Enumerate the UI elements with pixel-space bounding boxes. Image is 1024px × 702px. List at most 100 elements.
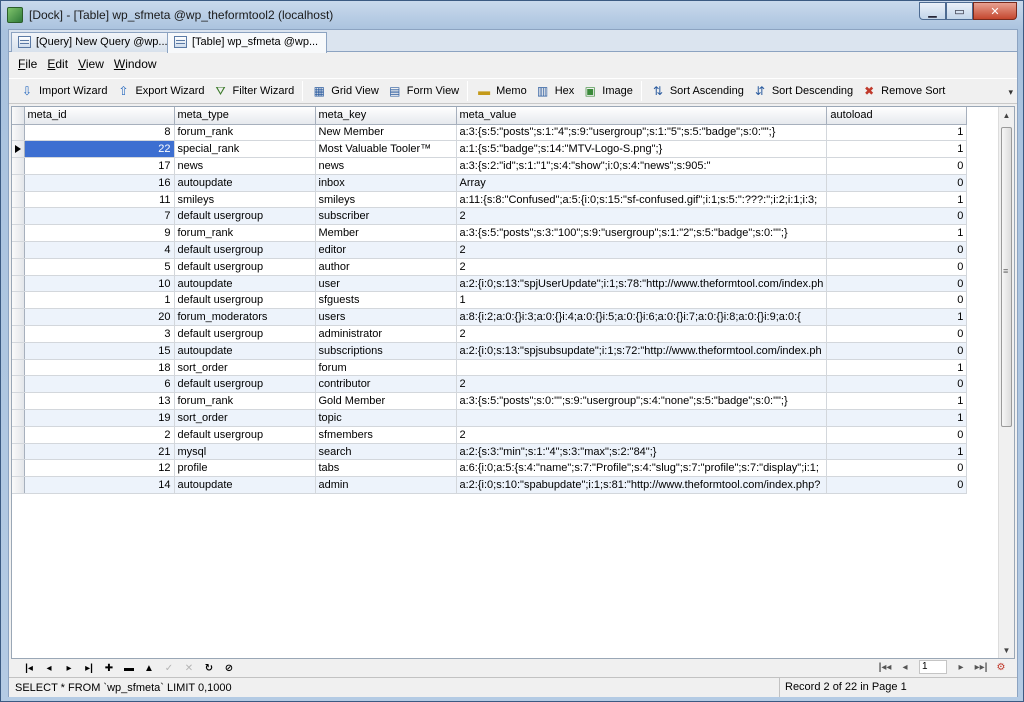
column-header-meta-id[interactable]: meta_id — [24, 107, 175, 125]
cell-meta-value[interactable]: a:2:{i:0;s:13:"spjUserUpdate";i:1;s:78:"… — [456, 275, 828, 293]
cell-meta-key[interactable]: user — [315, 275, 457, 293]
cell-meta-key[interactable]: sfguests — [315, 291, 457, 310]
row-indicator[interactable] — [12, 224, 25, 243]
cell-meta-key[interactable]: editor — [315, 241, 457, 259]
cell-autoload[interactable]: 1 — [826, 140, 968, 159]
menu-window[interactable]: Window — [109, 54, 162, 74]
cell-meta-id[interactable]: 2 — [24, 426, 175, 444]
cell-meta-value[interactable]: a:3:{s:5:"posts";s:1:"4";s:9:"usergroup"… — [456, 124, 828, 142]
data-grid[interactable]: meta_id meta_type meta_key meta_value au… — [11, 106, 1015, 659]
cell-meta-type[interactable]: autoupdate — [174, 275, 316, 293]
cell-meta-type[interactable]: special_rank — [174, 140, 316, 159]
filter-wizard-button[interactable]: ⛛ Filter Wizard — [209, 80, 299, 102]
table-row[interactable]: 15 autoupdate subscriptions a:2:{i:0;s:13:"… — [12, 342, 968, 360]
cell-meta-value[interactable]: a:11:{s:8:"Confused";a:5:{i:0;s:15:"sf-c… — [456, 191, 828, 209]
cell-meta-id[interactable]: 10 — [24, 275, 175, 293]
table-row[interactable]: 3 default usergroup administrator 2 0 — [12, 325, 968, 343]
post-edit-icon[interactable]: ✓ — [159, 661, 179, 675]
cell-meta-type[interactable]: default usergroup — [174, 291, 316, 310]
cell-meta-type[interactable]: news — [174, 157, 316, 175]
cell-meta-key[interactable]: contributor — [315, 375, 457, 394]
row-indicator[interactable] — [12, 359, 25, 377]
table-row[interactable]: 5 default usergroup author 2 0 — [12, 258, 968, 276]
hex-button[interactable]: ▥ Hex — [531, 80, 579, 102]
cell-meta-key[interactable]: admin — [315, 476, 457, 495]
table-row[interactable]: 21 mysql search a:2:{s:3:"min";s:1:"4";s:3:… — [12, 443, 968, 461]
row-indicator[interactable] — [12, 426, 25, 444]
cell-meta-value[interactable]: 2 — [456, 207, 828, 226]
cell-meta-key[interactable]: search — [315, 443, 457, 461]
cell-autoload[interactable]: 0 — [826, 342, 968, 360]
row-indicator[interactable] — [12, 124, 25, 142]
cell-meta-type[interactable]: default usergroup — [174, 241, 316, 259]
delete-record-icon[interactable]: ▬ — [119, 661, 139, 675]
table-row[interactable]: 17 news news a:3:{s:2:"id";s:1:"1";s:4:"sho… — [12, 157, 968, 175]
table-row[interactable]: 2 default usergroup sfmembers 2 0 — [12, 426, 968, 444]
cell-meta-value[interactable] — [456, 359, 828, 377]
cell-meta-type[interactable]: default usergroup — [174, 325, 316, 343]
cell-meta-id[interactable]: 18 — [24, 359, 175, 377]
edit-record-icon[interactable]: ▲ — [139, 661, 159, 675]
row-indicator[interactable] — [12, 325, 25, 343]
row-indicator[interactable] — [12, 157, 25, 175]
column-header-autoload[interactable]: autoload — [826, 107, 968, 125]
cell-meta-key[interactable]: topic — [315, 409, 457, 427]
form-view-button[interactable]: ▤ Form View — [383, 80, 463, 102]
sort-descending-button[interactable]: ⇵ Sort Descending — [748, 80, 857, 102]
cell-meta-value[interactable]: 2 — [456, 375, 828, 394]
cell-meta-id[interactable]: 3 — [24, 325, 175, 343]
title-bar[interactable]: [Dock] - [Table] wp_sfmeta @wp_theformto… — [1, 1, 1023, 29]
table-row[interactable]: 22 special_rank Most Valuable Tooler™ a:1:{… — [12, 140, 968, 159]
first-page-icon[interactable]: |◂◂ — [875, 660, 895, 674]
maximize-button[interactable]: ▭ — [946, 2, 973, 20]
table-row[interactable]: 12 profile tabs a:6:{i:0;a:5:{s:4:"name";s:… — [12, 459, 968, 478]
cell-meta-id[interactable]: 9 — [24, 224, 175, 243]
table-row[interactable]: 18 sort_order forum 1 — [12, 359, 968, 377]
page-settings-icon[interactable]: ⚙ — [991, 660, 1011, 674]
last-record-icon[interactable]: ▸| — [79, 661, 99, 675]
cell-meta-key[interactable]: sfmembers — [315, 426, 457, 444]
table-row[interactable]: 16 autoupdate inbox Array 0 — [12, 174, 968, 192]
cell-meta-type[interactable]: default usergroup — [174, 375, 316, 394]
memo-button[interactable]: ▬ Memo — [472, 80, 531, 102]
cell-meta-id[interactable]: 14 — [24, 476, 175, 495]
scroll-down-icon[interactable]: ▼ — [999, 642, 1014, 658]
cell-meta-type[interactable]: forum_rank — [174, 392, 316, 411]
cell-meta-key[interactable]: subscriptions — [315, 342, 457, 360]
cell-meta-type[interactable]: sort_order — [174, 409, 316, 427]
table-row[interactable]: 14 autoupdate admin a:2:{i:0;s:10:"spabupda… — [12, 476, 968, 495]
cell-meta-type[interactable]: mysql — [174, 443, 316, 461]
close-button[interactable]: ✕ — [973, 2, 1017, 20]
row-indicator[interactable] — [12, 443, 25, 461]
stop-icon[interactable]: ⊘ — [219, 661, 239, 675]
cell-meta-type[interactable]: default usergroup — [174, 258, 316, 276]
table-row[interactable]: 4 default usergroup editor 2 0 — [12, 241, 968, 259]
scroll-thumb[interactable] — [1001, 127, 1012, 427]
prior-page-icon[interactable]: ◂ — [895, 660, 915, 674]
cell-meta-type[interactable]: profile — [174, 459, 316, 478]
table-row[interactable]: 7 default usergroup subscriber 2 0 — [12, 207, 968, 226]
row-indicator[interactable] — [12, 409, 25, 427]
cell-meta-id[interactable]: 1 — [24, 291, 175, 310]
cell-autoload[interactable]: 1 — [826, 392, 968, 411]
scroll-up-icon[interactable]: ▲ — [999, 107, 1014, 123]
cell-meta-key[interactable]: author — [315, 258, 457, 276]
table-row[interactable]: 11 smileys smileys a:11:{s:8:"Confused";a:5… — [12, 191, 968, 209]
import-wizard-button[interactable]: ⇩ Import Wizard — [15, 80, 111, 102]
cell-meta-value[interactable]: 2 — [456, 426, 828, 444]
minimize-button[interactable]: ▁ — [919, 2, 946, 20]
insert-record-icon[interactable]: ✚ — [99, 661, 119, 675]
cell-meta-value[interactable]: a:2:{s:3:"min";s:1:"4";s:3:"max";s:2:"84… — [456, 443, 828, 461]
cell-meta-key[interactable]: administrator — [315, 325, 457, 343]
table-row[interactable]: 6 default usergroup contributor 2 0 — [12, 375, 968, 394]
menu-view[interactable]: View — [73, 54, 109, 74]
cell-meta-type[interactable]: forum_moderators — [174, 308, 316, 327]
cell-meta-key[interactable]: Most Valuable Tooler™ — [315, 140, 457, 159]
cell-meta-id[interactable]: 15 — [24, 342, 175, 360]
menu-edit[interactable]: Edit — [42, 54, 73, 74]
cell-meta-id[interactable]: 17 — [24, 157, 175, 175]
cell-meta-type[interactable]: autoupdate — [174, 174, 316, 192]
row-indicator[interactable] — [12, 258, 25, 276]
cell-autoload[interactable]: 0 — [826, 325, 968, 343]
row-indicator[interactable] — [12, 191, 25, 209]
